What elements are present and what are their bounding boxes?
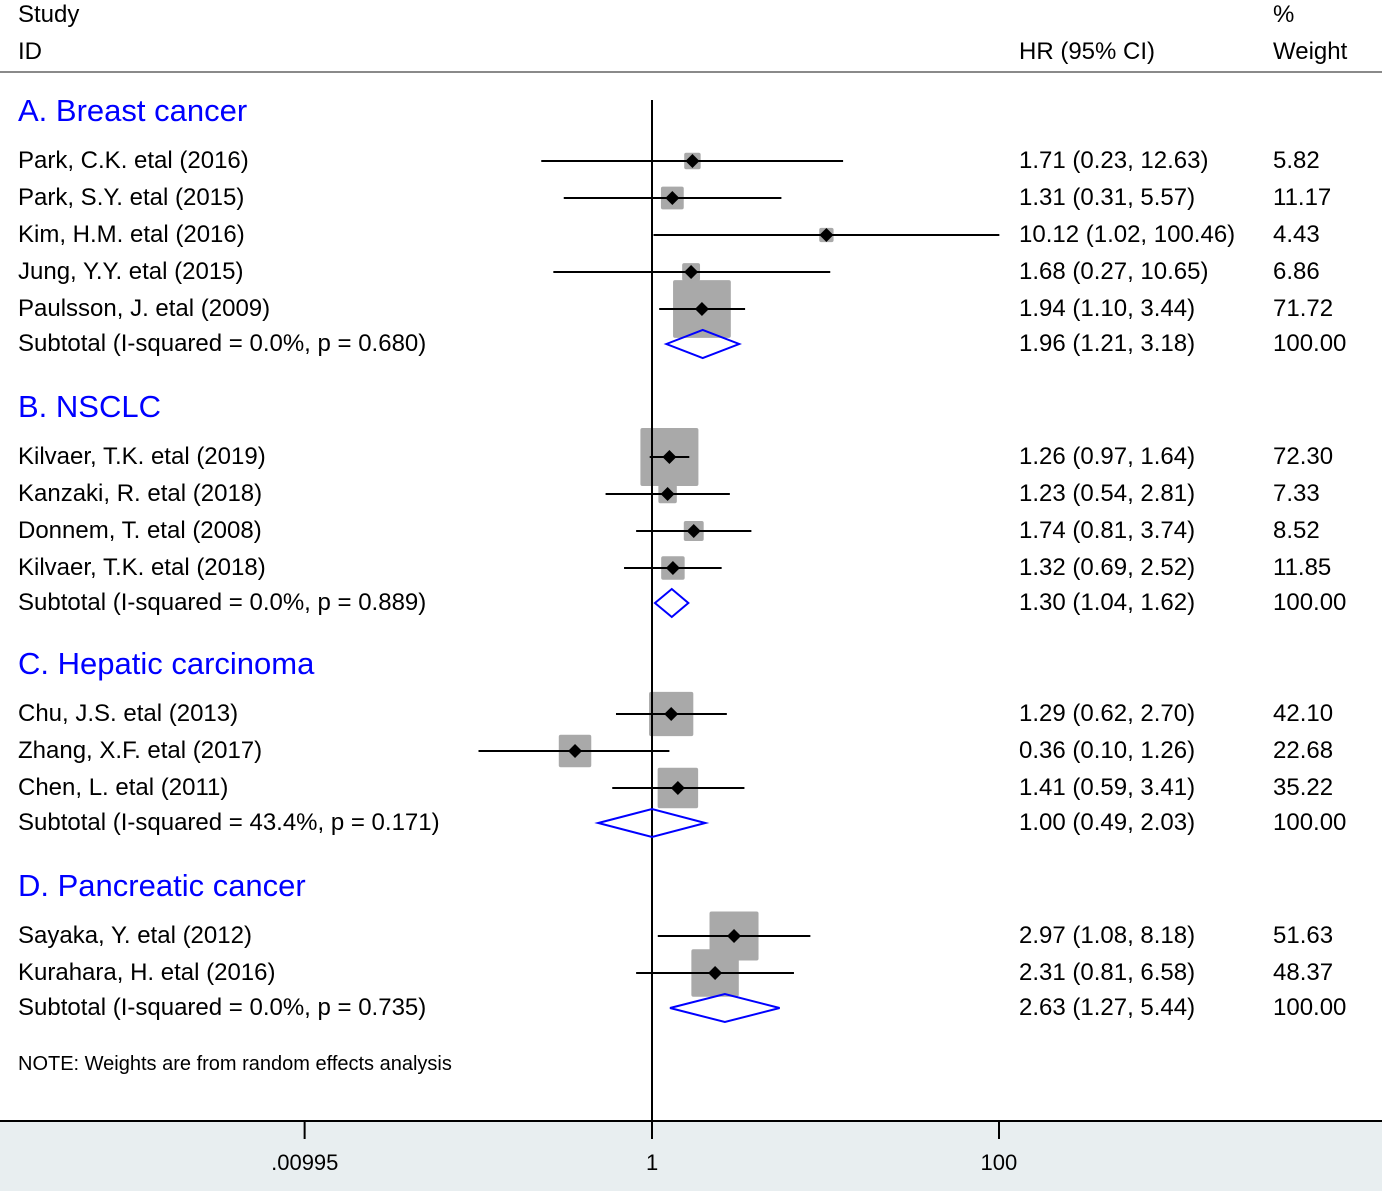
footnote: NOTE: Weights are from random effects an…	[18, 1053, 452, 1075]
weight-boxes	[558, 152, 834, 997]
subtotal-diamond	[669, 992, 780, 1024]
forest-plot	[0, 100, 1382, 1139]
ci-lines	[478, 160, 1000, 974]
subtotal-diamond	[653, 587, 690, 619]
